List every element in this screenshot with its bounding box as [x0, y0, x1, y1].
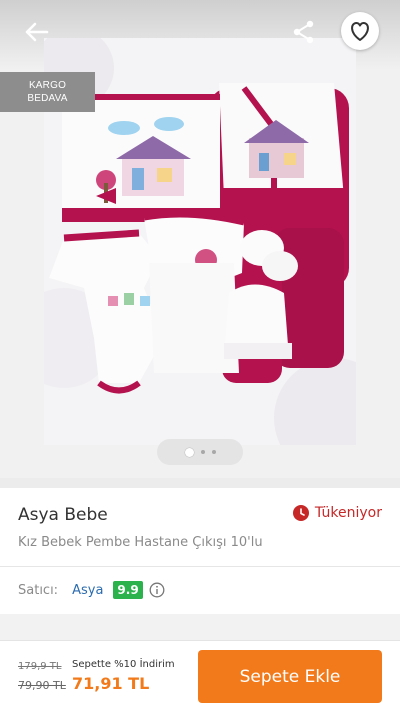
add-to-cart-button[interactable]: Sepete Ekle — [198, 650, 382, 703]
clock-icon — [292, 505, 309, 521]
section-divider — [0, 478, 400, 488]
info-icon[interactable] — [149, 582, 165, 598]
final-price: 71,91 TL — [72, 674, 150, 693]
brand-name[interactable]: Asya Bebe — [18, 505, 108, 525]
seller-label: Satıcı: — [18, 582, 59, 598]
stock-status-text: Tükeniyor — [314, 505, 382, 521]
product-title: Kız Bebek Pembe Hastane Çıkışı 10'lu — [18, 535, 263, 550]
pager-dot[interactable] — [211, 450, 216, 454]
free-shipping-badge: KARGO BEDAVA — [0, 72, 95, 112]
back-button[interactable] — [20, 16, 52, 48]
heart-outline-icon — [351, 22, 369, 41]
cart-discount-label: Sepette %10 İndirim — [72, 659, 175, 670]
gallery-pager[interactable] — [157, 439, 243, 465]
seller-row: Satıcı: Asya 9.9 — [18, 579, 165, 601]
divider — [0, 566, 400, 567]
arrow-left-icon — [25, 22, 49, 42]
share-icon — [293, 20, 314, 44]
product-gallery[interactable]: KARGO BEDAVA — [0, 0, 400, 478]
share-button[interactable] — [288, 16, 320, 48]
favorite-button[interactable] — [341, 12, 379, 50]
pager-dot[interactable] — [184, 447, 194, 457]
section-divider — [0, 614, 400, 640]
bottom-purchase-bar: 179,9 TL 79,90 TL Sepette %10 İndirim 71… — [0, 640, 400, 711]
sale-price: 79,90 TL — [18, 679, 66, 692]
pager-dot[interactable] — [200, 450, 205, 454]
free-shipping-line2: BEDAVA — [27, 93, 68, 104]
seller-score-badge: 9.9 — [113, 581, 143, 599]
original-price: 179,9 TL — [18, 661, 62, 672]
free-shipping-line1: KARGO — [28, 80, 67, 91]
seller-link[interactable]: Asya — [72, 583, 103, 598]
stock-status: Tükeniyor — [292, 505, 382, 521]
